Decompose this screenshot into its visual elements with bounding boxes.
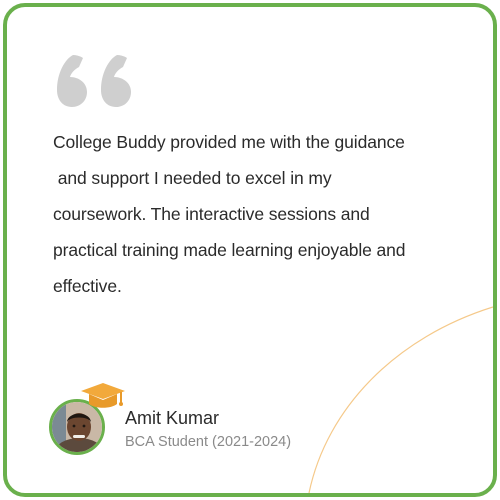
quote-line: and support I needed to excel in my [53,168,332,188]
author-block: Amit Kumar BCA Student (2021-2024) [47,379,347,469]
author-name: Amit Kumar [125,408,220,428]
quote-line: effective. [53,276,122,296]
double-quote-icon [57,55,131,107]
quote-line: coursework. The interactive sessions and [53,204,370,224]
quote-line: practical training made learning enjoyab… [53,240,406,260]
author-role: BCA Student (2021-2024) [125,434,292,450]
graduation-cap-icon [81,383,125,408]
testimonial-quote: College Buddy provided me with the guida… [53,124,473,304]
quote-line: College Buddy provided me with the guida… [53,132,405,152]
testimonial-card: College Buddy provided me with the guida… [3,3,497,497]
